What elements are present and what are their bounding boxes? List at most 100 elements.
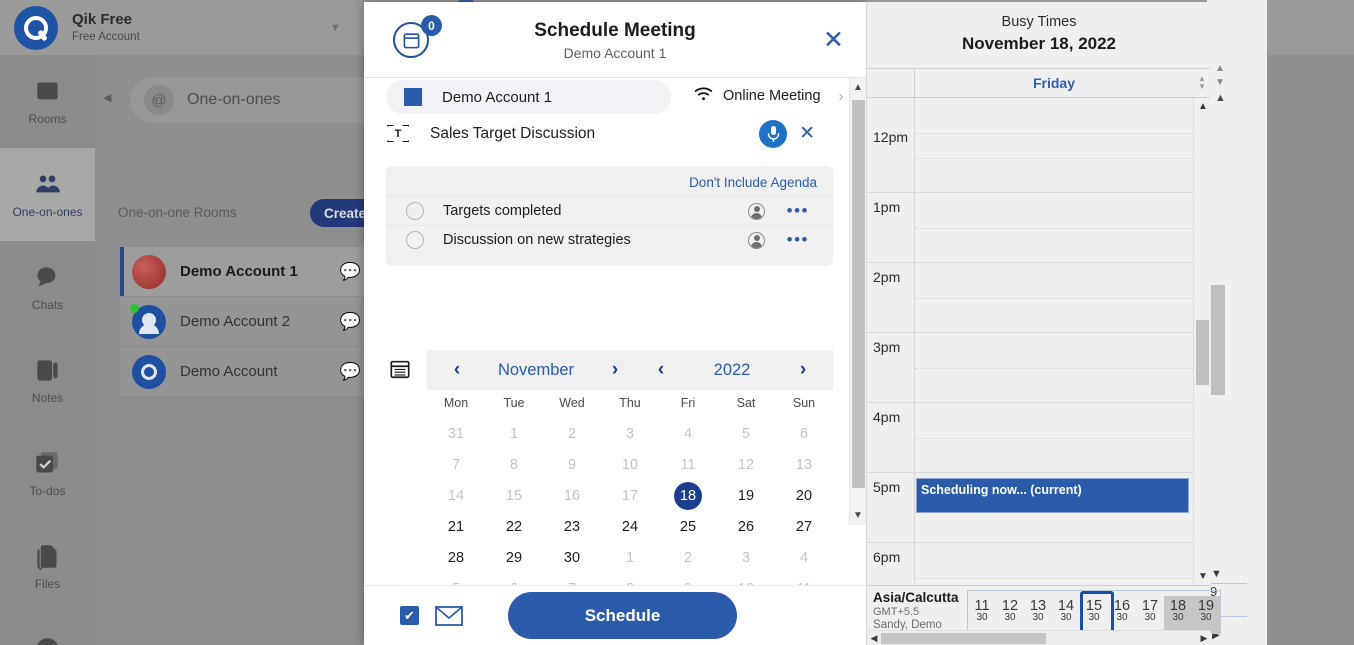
scroll-right-icon[interactable]: ▶ (1197, 633, 1211, 644)
close-icon[interactable]: ✕ (823, 28, 844, 53)
chat-icon[interactable]: 💬 (340, 262, 361, 282)
calendar-day-selected[interactable]: 18 (659, 481, 717, 510)
collapse-panel-icon[interactable]: ◀ (103, 91, 111, 104)
calendar-day[interactable]: 8 (485, 457, 543, 473)
envelope-icon[interactable] (435, 606, 463, 631)
sidebar-item-one-on-ones[interactable]: One-on-ones (0, 148, 95, 241)
time-slot[interactable]: 13 30 (1024, 596, 1052, 634)
agenda-item[interactable]: Discussion on new strategies ••• (386, 225, 833, 254)
hour-cell[interactable] (915, 193, 1193, 262)
calendar-day[interactable]: 4 (775, 550, 833, 566)
spinner-arrows-icon[interactable]: ▲ ▼ (1215, 62, 1225, 90)
next-year-icon[interactable]: › (780, 359, 826, 381)
sidebar-item-to-dos[interactable]: To-dos (0, 427, 95, 520)
calendar-day[interactable]: 17 (601, 488, 659, 504)
busy-event[interactable]: Scheduling now... (current) (916, 478, 1189, 513)
time-slot-busy[interactable]: 19 30 (1192, 596, 1220, 634)
calendar-day[interactable]: 15 (485, 488, 543, 504)
calendar-day[interactable]: 24 (601, 519, 659, 535)
send-email-checkbox[interactable]: ✔ (400, 606, 419, 625)
calendar-day[interactable]: 3 (601, 426, 659, 442)
time-slot-selected[interactable]: 15 30 (1080, 591, 1114, 641)
agenda-item-menu-icon[interactable]: ••• (787, 231, 809, 248)
hour-cell[interactable] (915, 123, 1193, 192)
calendar-day[interactable]: 30 (543, 550, 601, 566)
scrollbar-thumb[interactable] (881, 632, 1046, 644)
calendar-day[interactable]: 3 (717, 550, 775, 566)
calendar-day[interactable]: 21 (427, 519, 485, 535)
calendar-day[interactable]: 1 (485, 426, 543, 442)
calendar-day[interactable]: 5 (717, 426, 775, 442)
calendar-day[interactable]: 14 (427, 488, 485, 504)
sidebar-item-notes[interactable]: Notes (0, 334, 95, 427)
sidebar-item-recordings[interactable]: Recordings (0, 613, 95, 645)
prev-year-icon[interactable]: ‹ (638, 359, 684, 381)
scrollbar-thumb[interactable] (1196, 320, 1209, 385)
busy-vertical-scrollbar[interactable]: ▲ ▼ (1193, 98, 1211, 585)
meeting-type-selector[interactable]: Online Meeting › (694, 86, 844, 106)
calendar-day[interactable]: 6 (775, 426, 833, 442)
scroll-up-icon[interactable]: ▲ (853, 82, 863, 93)
chat-icon[interactable]: 💬 (340, 362, 361, 382)
calendar-day[interactable]: 2 (659, 550, 717, 566)
list-item[interactable]: Demo Account 1 💬 (120, 247, 375, 297)
scroll-down-icon[interactable]: ▼ (1211, 568, 1222, 580)
scroll-down-icon[interactable]: ▼ (1198, 571, 1208, 582)
list-item[interactable]: Demo Account 💬 (120, 347, 375, 397)
calendar-day[interactable]: 20 (775, 488, 833, 504)
calendar-day[interactable]: 23 (543, 519, 601, 535)
agenda-item[interactable]: Targets completed ••• (386, 196, 833, 225)
hour-cell[interactable] (915, 98, 1193, 134)
hour-cell[interactable] (915, 543, 1193, 585)
calendar-day[interactable]: 12 (717, 457, 775, 473)
time-slot[interactable]: 11 30 (968, 596, 996, 634)
calendar-day[interactable]: 4 (659, 426, 717, 442)
sidebar-item-rooms[interactable]: Rooms (0, 55, 95, 148)
calendar-day[interactable]: 1 (601, 550, 659, 566)
participant-chip[interactable]: Demo Account 1 (386, 80, 671, 114)
chat-icon[interactable]: 💬 (340, 312, 361, 332)
calendar-day[interactable]: 2 (543, 426, 601, 442)
sidebar-item-chats[interactable]: Chats (0, 241, 95, 334)
scroll-down-icon[interactable]: ▼ (853, 510, 863, 521)
calendar-day[interactable]: 29 (485, 550, 543, 566)
scroll-up-icon[interactable]: ▲ (1215, 92, 1226, 104)
clear-topic-icon[interactable]: ✕ (799, 122, 815, 145)
calendar-day[interactable]: 28 (427, 550, 485, 566)
time-slot[interactable]: 17 30 (1136, 596, 1164, 634)
calendar-day[interactable]: 22 (485, 519, 543, 535)
microphone-button[interactable] (759, 120, 787, 148)
calendar-day[interactable]: 25 (659, 519, 717, 535)
timezone-horizontal-scrollbar[interactable]: ◀ ▶ (867, 630, 1211, 645)
calendar-day[interactable]: 10 (601, 457, 659, 473)
list-item[interactable]: Demo Account 2 💬 (120, 297, 375, 347)
scroll-up-icon[interactable]: ▲ (1198, 101, 1208, 112)
agenda-checkbox[interactable] (406, 231, 424, 249)
agenda-checkbox[interactable] (406, 202, 424, 220)
time-slot[interactable]: 12 30 (996, 596, 1024, 634)
hour-cell[interactable] (915, 333, 1193, 402)
calendar-day[interactable]: 13 (775, 457, 833, 473)
toggle-agenda-link[interactable]: Don't Include Agenda (386, 166, 833, 196)
next-month-icon[interactable]: › (592, 359, 638, 381)
time-slot[interactable]: 14 30 (1052, 596, 1080, 634)
scroll-left-icon[interactable]: ◀ (867, 633, 881, 644)
scrollbar-thumb[interactable] (852, 100, 865, 488)
sidebar-item-files[interactable]: Files (0, 520, 95, 613)
calendar-day[interactable]: 19 (717, 488, 775, 504)
time-slot[interactable]: 16 30 (1108, 596, 1136, 634)
topic-input[interactable]: Sales Target Discussion (430, 125, 595, 143)
calendar-day[interactable]: 9 (543, 457, 601, 473)
hour-cell[interactable] (915, 263, 1193, 332)
calendar-day[interactable]: 7 (427, 457, 485, 473)
calendar-day[interactable]: 16 (543, 488, 601, 504)
agenda-item-menu-icon[interactable]: ••• (787, 202, 809, 219)
calendar-day[interactable]: 11 (659, 457, 717, 473)
calendar-day[interactable]: 27 (775, 519, 833, 535)
hour-cell[interactable] (915, 403, 1193, 472)
calendar-day[interactable]: 31 (427, 426, 485, 442)
day-spinner-icon[interactable]: ▲ ▼ (1193, 75, 1211, 91)
assignee-icon[interactable] (748, 231, 765, 249)
assignee-icon[interactable] (748, 202, 765, 220)
dialog-scrollbar[interactable]: ▲ ▼ (849, 78, 866, 525)
